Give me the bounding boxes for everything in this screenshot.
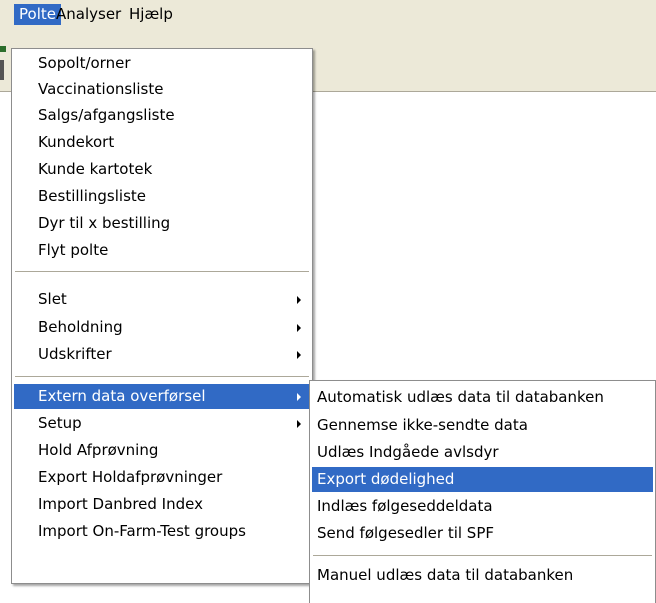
menu-item-label: Sopolt/orner <box>38 54 131 72</box>
menu-item-gennemse-ikke-sendte[interactable]: Gennemse ikke-sendte data <box>312 413 653 438</box>
menu-separator <box>15 376 309 378</box>
menu-item-slet[interactable]: Slet <box>14 287 310 312</box>
extern-data-submenu: Automatisk udlæs data til databanken Gen… <box>309 380 656 603</box>
menu-item-dyr-til-x-bestilling[interactable]: Dyr til x bestilling <box>14 211 310 236</box>
menu-bar: Polte Analyser Hjælp <box>0 0 656 30</box>
menu-item-label: Import Danbred Index <box>38 495 203 513</box>
submenu-arrow-icon <box>297 393 301 401</box>
menu-item-salgs-afgangsliste[interactable]: Salgs/afgangsliste <box>14 103 310 128</box>
menu-item-label: Export Holdafprøvninger <box>38 468 223 486</box>
menu-item-flyt-polte[interactable]: Flyt polte <box>14 238 310 263</box>
menu-analyser[interactable]: Analyser <box>51 4 126 25</box>
menu-item-label: Hold Afprøvning <box>38 441 159 459</box>
menu-item-label: Setup <box>38 414 82 432</box>
menu-item-label: Extern data overførsel <box>38 387 206 405</box>
menu-item-import-on-farm-test-groups[interactable]: Import On-Farm-Test groups <box>14 519 310 544</box>
submenu-arrow-icon <box>297 296 301 304</box>
menu-item-export-doedelighed[interactable]: Export dødelighed <box>312 467 653 492</box>
menu-item-label: Flyt polte <box>38 241 109 259</box>
menu-item-bestillingsliste[interactable]: Bestillingsliste <box>14 184 310 209</box>
menu-item-beholdning[interactable]: Beholdning <box>14 315 310 340</box>
menu-item-label: Export dødelighed <box>317 470 455 488</box>
menu-item-label: Beholdning <box>38 318 123 336</box>
menu-item-label: Kunde kartotek <box>38 160 153 178</box>
menu-item-export-holdafproevninger[interactable]: Export Holdafprøvninger <box>14 465 310 490</box>
menu-item-hold-afproevning[interactable]: Hold Afprøvning <box>14 438 310 463</box>
menu-separator <box>313 555 652 557</box>
menu-item-label: Manuel udlæs data til databanken <box>317 566 574 584</box>
menu-item-label: Slet <box>38 290 67 308</box>
menu-item-manuel-udlaes[interactable]: Manuel udlæs data til databanken <box>312 563 653 588</box>
submenu-arrow-icon <box>297 324 301 332</box>
menu-item-automatisk-udlaes[interactable]: Automatisk udlæs data til databanken <box>312 385 653 410</box>
menu-item-label: Kundekort <box>38 133 115 151</box>
menu-item-udlaes-indgaaede-avlsdyr[interactable]: Udlæs Indgåede avlsdyr <box>312 440 653 465</box>
menu-item-label: Automatisk udlæs data til databanken <box>317 388 604 406</box>
menu-item-setup[interactable]: Setup <box>14 411 310 436</box>
menu-item-sopolt-orner[interactable]: Sopolt/orner <box>14 51 310 76</box>
menu-item-label: Vaccinationsliste <box>38 80 164 98</box>
menu-item-label: Udlæs Indgåede avlsdyr <box>317 443 499 461</box>
app-toolbar-icon <box>0 46 10 86</box>
menu-item-extern-data-overforsel[interactable]: Extern data overførsel <box>14 384 310 409</box>
menu-item-label: Indlæs følgeseddeldata <box>317 497 493 515</box>
menu-item-udskrifter[interactable]: Udskrifter <box>14 342 310 367</box>
menu-item-kunde-kartotek[interactable]: Kunde kartotek <box>14 157 310 182</box>
polte-menu: Sopolt/orner Vaccinationsliste Salgs/afg… <box>11 48 313 584</box>
menu-item-label: Import On-Farm-Test groups <box>38 522 246 540</box>
menu-item-label: Send følgesedler til SPF <box>317 524 494 542</box>
menu-separator <box>15 271 309 273</box>
menu-item-import-danbred-index[interactable]: Import Danbred Index <box>14 492 310 517</box>
menu-item-label: Gennemse ikke-sendte data <box>317 416 528 434</box>
menu-item-send-foelgesedler[interactable]: Send følgesedler til SPF <box>312 521 653 546</box>
menu-item-label: Dyr til x bestilling <box>38 214 171 232</box>
menu-item-label: Udskrifter <box>38 345 112 363</box>
menu-item-label: Salgs/afgangsliste <box>38 106 175 124</box>
menu-item-vaccinationsliste[interactable]: Vaccinationsliste <box>14 77 310 102</box>
menu-item-indlaes-foelgeseddeldata[interactable]: Indlæs følgeseddeldata <box>312 494 653 519</box>
submenu-arrow-icon <box>297 420 301 428</box>
submenu-arrow-icon <box>297 351 301 359</box>
menu-item-label: Bestillingsliste <box>38 187 146 205</box>
menu-hjaelp[interactable]: Hjælp <box>124 4 178 25</box>
menu-item-kundekort[interactable]: Kundekort <box>14 130 310 155</box>
